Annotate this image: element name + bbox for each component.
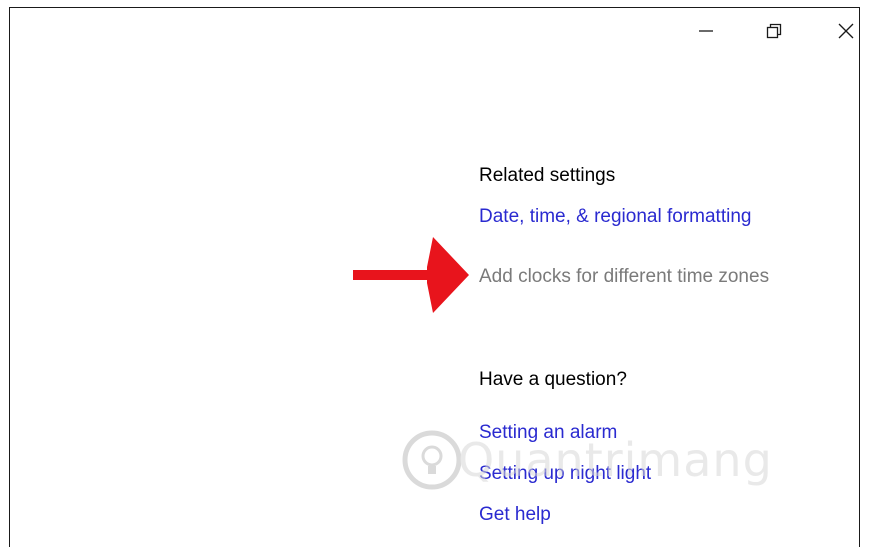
watermark-text: Quantrimang xyxy=(458,433,773,487)
have-a-question-heading: Have a question? xyxy=(479,369,627,390)
red-arrow-icon xyxy=(343,227,473,322)
watermark: Quantrimang xyxy=(400,428,772,497)
screenshot-frame: Related settings Date, time, & regional … xyxy=(0,0,870,554)
restore-icon xyxy=(766,23,782,39)
get-help-link[interactable]: Get help xyxy=(479,504,551,526)
minimize-button[interactable] xyxy=(683,16,729,46)
watermark-logo-icon xyxy=(402,430,462,490)
close-icon xyxy=(838,23,854,39)
minimize-icon xyxy=(698,23,714,39)
date-time-regional-formatting-link[interactable]: Date, time, & regional formatting xyxy=(479,206,751,228)
add-clocks-link[interactable]: Add clocks for different time zones xyxy=(479,266,769,288)
restore-button[interactable] xyxy=(751,16,797,46)
close-button[interactable] xyxy=(823,16,869,46)
related-settings-heading: Related settings xyxy=(479,165,616,186)
